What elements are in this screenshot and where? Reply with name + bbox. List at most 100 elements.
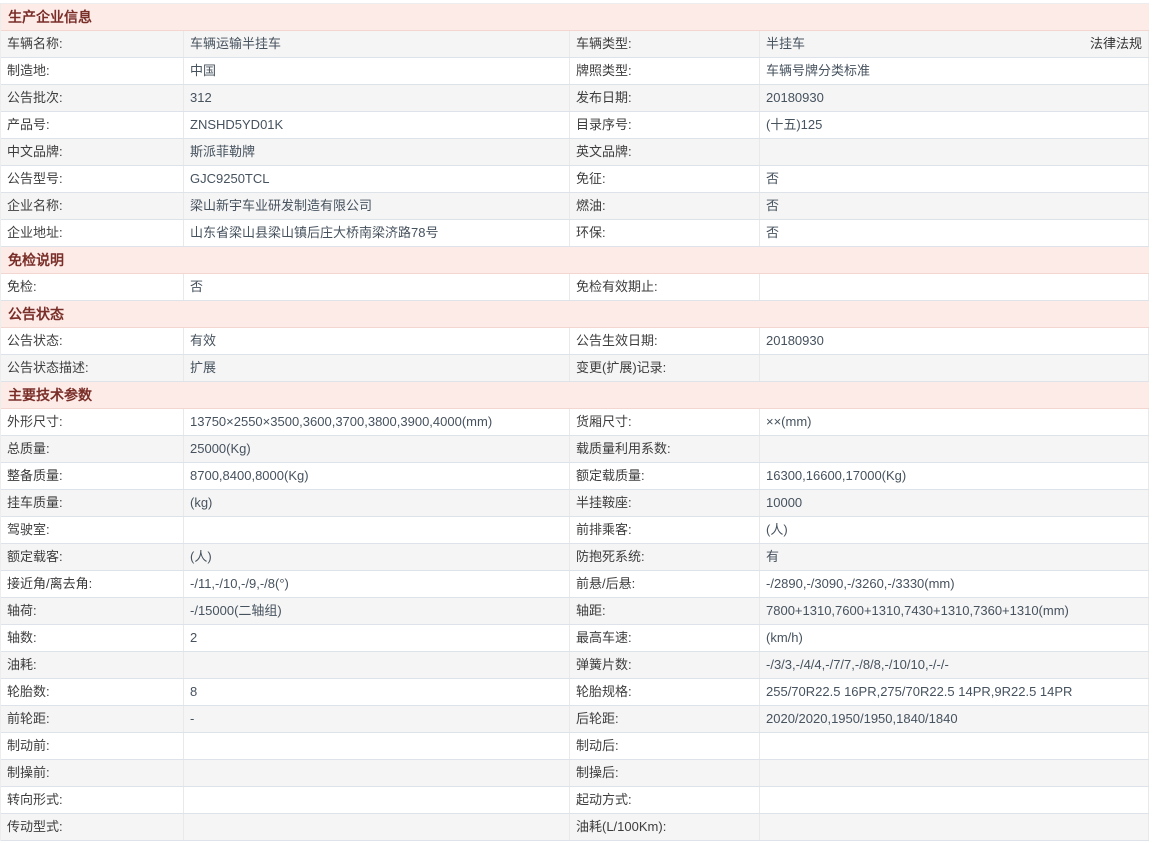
field-label: 挂车质量: — [1, 490, 184, 516]
field-value — [760, 733, 1149, 759]
field-label: 制操后: — [570, 760, 760, 786]
field-value: 8 — [184, 679, 570, 705]
table-row: 产品号: ZNSHD5YD01K 目录序号: (十五)125 — [1, 112, 1149, 139]
spec-table: 生产企业信息 车辆名称: 车辆运输半挂车 车辆类型: 半挂车 法律法规 制造地: 中国 牌照类型… — [0, 3, 1149, 841]
field-label: 轮胎规格: — [570, 679, 760, 705]
field-label: 企业地址: — [1, 220, 184, 246]
field-label: 制操前: — [1, 760, 184, 786]
field-label: 轮胎数: — [1, 679, 184, 705]
field-value: 车辆号牌分类标准 — [760, 58, 1149, 84]
field-value-text: 半挂车 — [766, 36, 806, 51]
field-label: 燃油: — [570, 193, 760, 219]
table-row: 总质量: 25000(Kg) 载质量利用系数: — [1, 436, 1149, 463]
field-label: 弹簧片数: — [570, 652, 760, 678]
field-value: 梁山新宇车业研发制造有限公司 — [184, 193, 570, 219]
table-row: 整备质量: 8700,8400,8000(Kg) 额定载质量: 16300,16600… — [1, 463, 1149, 490]
field-label: 半挂鞍座: — [570, 490, 760, 516]
section-header: 公告状态 — [1, 301, 1149, 328]
table-row: 转向形式: 起动方式: — [1, 787, 1149, 814]
field-label: 额定载质量: — [570, 463, 760, 489]
table-row: 挂车质量: (kg) 半挂鞍座: 10000 — [1, 490, 1149, 517]
table-row: 免检: 否免检有效期止: — [1, 274, 1149, 301]
field-label: 制造地: — [1, 58, 184, 84]
table-row: 制动前: 制动后: — [1, 733, 1149, 760]
field-value: 否 — [184, 274, 570, 300]
field-value: 否 — [760, 193, 1149, 219]
field-value: 山东省梁山县梁山镇后庄大桥南梁济路78号 — [184, 220, 570, 246]
table-row: 传动型式: 油耗(L/100Km): — [1, 814, 1149, 841]
table-row: 制造地: 中国 牌照类型: 车辆号牌分类标准 — [1, 58, 1149, 85]
field-value — [760, 760, 1149, 786]
field-label: 轴距: — [570, 598, 760, 624]
field-value: 中国 — [184, 58, 570, 84]
field-value: 20180930 — [760, 328, 1149, 354]
table-row: 企业名称: 梁山新宇车业研发制造有限公司 燃油: 否 — [1, 193, 1149, 220]
field-value — [184, 760, 570, 786]
field-label: 最高车速: — [570, 625, 760, 651]
field-label: 后轮距: — [570, 706, 760, 732]
field-value: 2020/2020,1950/1950,1840/1840 — [760, 706, 1149, 732]
table-row: 油耗: 弹簧片数: -/3/3,-/4/4,-/7/7,-/8/8,-/10/10,… — [1, 652, 1149, 679]
field-label: 前轮距: — [1, 706, 184, 732]
table-row: 接近角/离去角: -/11,-/10,-/9,-/8(°) 前悬/后悬: -/2890… — [1, 571, 1149, 598]
field-label: 公告批次: — [1, 85, 184, 111]
field-label: 公告状态: — [1, 328, 184, 354]
field-label: 制动后: — [570, 733, 760, 759]
table-row: 公告状态描述: 扩展 变更(扩展)记录: — [1, 355, 1149, 382]
field-value: (人) — [184, 544, 570, 570]
table-row: 中文品牌: 斯派菲勒牌 英文品牌: — [1, 139, 1149, 166]
field-value — [184, 517, 570, 543]
field-label: 中文品牌: — [1, 139, 184, 165]
field-value: -/15000(二轴组) — [184, 598, 570, 624]
field-label: 免征: — [570, 166, 760, 192]
table-row: 轴数: 2 最高车速: (km/h) — [1, 625, 1149, 652]
table-row: 前轮距: - 后轮距: 2020/2020,1950/1950,1840/1840 — [1, 706, 1149, 733]
field-label: 接近角/离去角: — [1, 571, 184, 597]
field-label: 车辆类型: — [570, 31, 760, 57]
field-value: 25000(Kg) — [184, 436, 570, 462]
field-label: 免检有效期止: — [570, 274, 760, 300]
field-label: 公告型号: — [1, 166, 184, 192]
field-value — [184, 787, 570, 813]
law-link[interactable]: 法律法规 — [1090, 31, 1142, 57]
field-label: 变更(扩展)记录: — [570, 355, 760, 381]
table-row: 企业地址: 山东省梁山县梁山镇后庄大桥南梁济路78号 环保: 否 — [1, 220, 1149, 247]
field-label: 总质量: — [1, 436, 184, 462]
field-value — [184, 733, 570, 759]
field-label: 企业名称: — [1, 193, 184, 219]
field-value: - — [184, 706, 570, 732]
field-value — [184, 652, 570, 678]
field-value — [760, 436, 1149, 462]
field-value: 16300,16600,17000(Kg) — [760, 463, 1149, 489]
table-row: 制操前: 制操后: — [1, 760, 1149, 787]
field-label: 目录序号: — [570, 112, 760, 138]
field-value — [760, 139, 1149, 165]
field-value: 7800+1310,7600+1310,7430+1310,7360+1310(… — [760, 598, 1149, 624]
field-value: (km/h) — [760, 625, 1149, 651]
section-header: 主要技术参数 — [1, 382, 1149, 409]
table-row: 轮胎数: 8 轮胎规格: 255/70R22.5 16PR,275/70R22.5 1… — [1, 679, 1149, 706]
field-label: 产品号: — [1, 112, 184, 138]
field-value — [760, 787, 1149, 813]
field-value: 有效 — [184, 328, 570, 354]
field-label: 前悬/后悬: — [570, 571, 760, 597]
field-label: 传动型式: — [1, 814, 184, 840]
field-value: 车辆运输半挂车 — [184, 31, 570, 57]
field-label: 车辆名称: — [1, 31, 184, 57]
field-value: 10000 — [760, 490, 1149, 516]
field-value: 斯派菲勒牌 — [184, 139, 570, 165]
field-value: 扩展 — [184, 355, 570, 381]
section-header: 免检说明 — [1, 247, 1149, 274]
vehicle-spec-page: 生产企业信息 车辆名称: 车辆运输半挂车 车辆类型: 半挂车 法律法规 制造地: 中国 牌照类型… — [0, 0, 1153, 841]
field-label: 轴荷: — [1, 598, 184, 624]
field-label: 整备质量: — [1, 463, 184, 489]
field-label: 外形尺寸: — [1, 409, 184, 435]
field-label: 载质量利用系数: — [570, 436, 760, 462]
field-value: -/3/3,-/4/4,-/7/7,-/8/8,-/10/10,-/-/- — [760, 652, 1149, 678]
field-value: 20180930 — [760, 85, 1149, 111]
field-value: 255/70R22.5 16PR,275/70R22.5 14PR,9R22.5… — [760, 679, 1149, 705]
field-value: (人) — [760, 517, 1149, 543]
field-value: 否 — [760, 220, 1149, 246]
table-row: 公告状态: 有效 公告生效日期: 20180930 — [1, 328, 1149, 355]
field-value: ZNSHD5YD01K — [184, 112, 570, 138]
